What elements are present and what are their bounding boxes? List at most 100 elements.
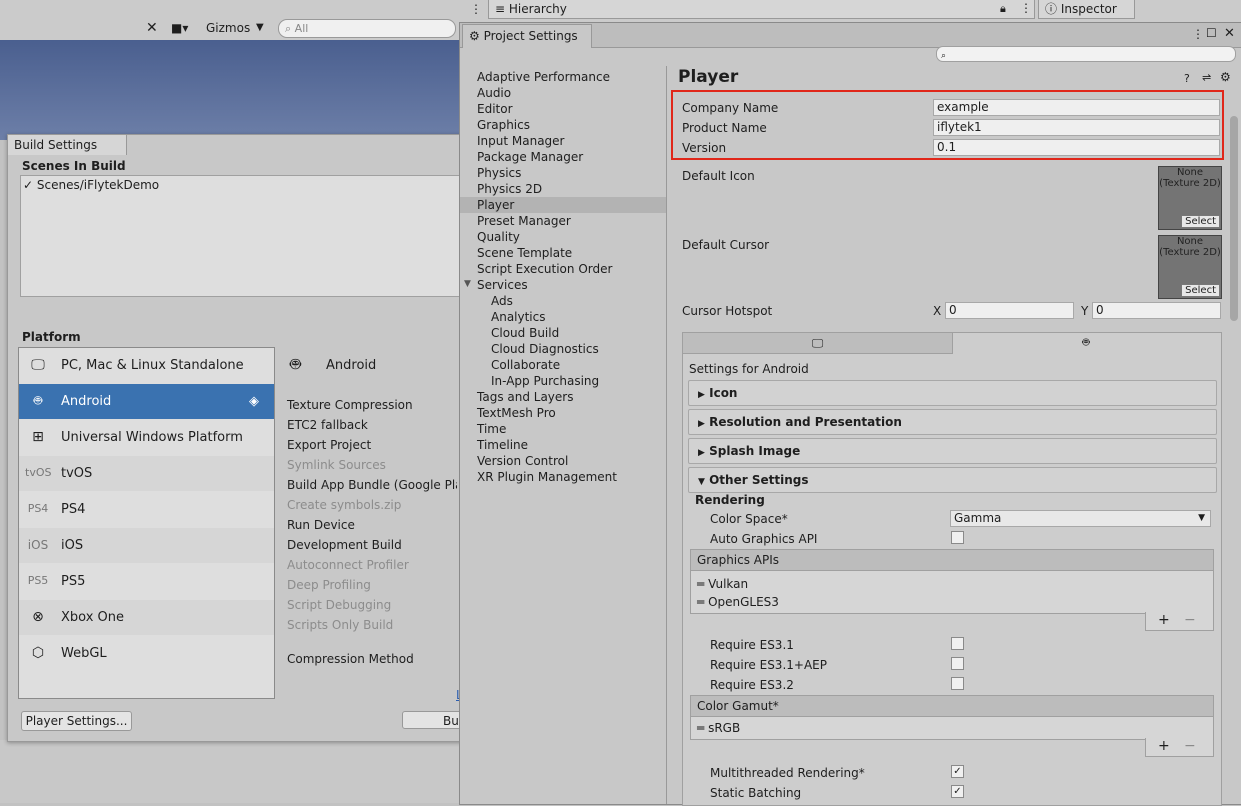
project-settings-tab[interactable]: ⚙ Project Settings <box>462 24 592 48</box>
scenes-list[interactable]: ✓ Scenes/iFlytekDemo <box>20 175 465 297</box>
drag-handle-icon[interactable]: ═ <box>697 721 704 735</box>
platform-item-webgl[interactable]: ⬡ WebGL <box>19 636 274 671</box>
drag-handle-icon[interactable]: ═ <box>697 595 704 609</box>
platform-label: Platform <box>22 330 81 344</box>
add-gamut-button[interactable]: + <box>1158 738 1170 754</box>
option-autoconnect-profiler: Autoconnect Profiler <box>287 558 409 572</box>
section-other-settings[interactable]: ▼ Other Settings <box>688 467 1217 493</box>
sidebar-item-analytics[interactable]: Analytics <box>491 309 546 325</box>
close-icon[interactable]: ✕ <box>1224 26 1235 41</box>
sidebar-item-preset-manager[interactable]: Preset Manager <box>477 213 571 229</box>
default-cursor-select-button[interactable]: Select <box>1181 284 1220 297</box>
scrollbar-thumb[interactable] <box>1230 116 1238 321</box>
maximize-icon[interactable]: ☐ <box>1206 26 1217 40</box>
camera-icon[interactable]: ■▾ <box>171 18 188 38</box>
services-expand-icon[interactable]: ▼ <box>464 279 471 289</box>
sidebar-item-xr-plugin-management[interactable]: XR Plugin Management <box>477 469 617 485</box>
version-field[interactable]: 0.1 <box>933 139 1220 156</box>
platform-item-android[interactable]: 🤖︎ Android ◈ <box>19 384 274 419</box>
scene-view[interactable] <box>0 40 460 140</box>
require-es32-checkbox[interactable] <box>951 677 964 690</box>
sidebar-item-timeline[interactable]: Timeline <box>477 437 528 453</box>
sidebar-item-ads[interactable]: Ads <box>491 293 513 309</box>
preset-icon[interactable]: ⇌ <box>1202 71 1211 84</box>
platform-item-ps4[interactable]: PS4 PS4 <box>19 492 274 527</box>
hotspot-y-field[interactable]: 0 <box>1092 302 1221 319</box>
sidebar-item-script-execution-order[interactable]: Script Execution Order <box>477 261 612 277</box>
require-es31-checkbox[interactable] <box>951 637 964 650</box>
settings-gear-icon[interactable]: ⚙ <box>1220 70 1231 84</box>
gizmos-button[interactable]: Gizmos <box>206 18 250 38</box>
scene-search-input[interactable]: ⌕ All <box>278 19 456 38</box>
scene-checkbox[interactable]: ✓ <box>23 178 33 192</box>
hotspot-x-field[interactable]: 0 <box>945 302 1074 319</box>
default-icon-select-button[interactable]: Select <box>1181 215 1220 228</box>
sidebar-item-physics[interactable]: Physics <box>477 165 521 181</box>
require-es31aep-checkbox[interactable] <box>951 657 964 670</box>
auto-graphics-api-checkbox[interactable] <box>951 531 964 544</box>
sidebar-item-version-control[interactable]: Version Control <box>477 453 568 469</box>
player-settings-button[interactable]: Player Settings... <box>21 711 132 731</box>
sidebar-item-services[interactable]: Services <box>477 277 528 293</box>
list-item[interactable]: ═ sRGB <box>697 721 740 735</box>
window-menu-icon[interactable]: ⋮ <box>1192 27 1204 41</box>
more-options-icon[interactable]: ⋮ <box>470 2 482 16</box>
tab-hierarchy[interactable]: ≡ Hierarchy <box>488 0 1035 19</box>
scene-row[interactable]: ✓ Scenes/iFlytekDemo <box>23 178 159 192</box>
platform-list[interactable]: 🖵︎ PC, Mac & Linux Standalone 🤖︎ Android… <box>18 347 275 699</box>
sidebar-item-player[interactable]: Player <box>477 197 514 213</box>
product-name-field[interactable]: iflytek1 <box>933 119 1220 136</box>
drag-handle-icon[interactable]: ═ <box>697 577 704 591</box>
section-icon[interactable]: ▶ Icon <box>688 380 1217 406</box>
sidebar-item-physics-2d[interactable]: Physics 2D <box>477 181 542 197</box>
sidebar-item-cloud-diagnostics[interactable]: Cloud Diagnostics <box>491 341 599 357</box>
sidebar-item-time[interactable]: Time <box>477 421 506 437</box>
sidebar-item-quality[interactable]: Quality <box>477 229 520 245</box>
sidebar-item-scene-template[interactable]: Scene Template <box>477 245 572 261</box>
sidebar-item-in-app-purchasing[interactable]: In-App Purchasing <box>491 373 599 389</box>
platform-item-tvos[interactable]: tvOS tvOS <box>19 456 274 491</box>
sidebar-item-package-manager[interactable]: Package Manager <box>477 149 583 165</box>
tab-standalone[interactable]: 🖵︎ <box>682 332 953 354</box>
multithreaded-rendering-checkbox[interactable]: ✓ <box>951 765 964 778</box>
build-settings-title[interactable]: Build Settings <box>8 135 127 155</box>
gizmos-dropdown-icon[interactable]: ▼ <box>256 18 264 38</box>
tools-icon[interactable]: ✕ <box>146 18 158 38</box>
sidebar-item-cloud-build[interactable]: Cloud Build <box>491 325 559 341</box>
list-item[interactable]: ═ Vulkan <box>697 577 748 591</box>
color-space-dropdown[interactable]: Gamma ▼ <box>950 510 1211 527</box>
platform-item-uwp[interactable]: ⊞ Universal Windows Platform <box>19 420 274 455</box>
lock-icon[interactable]: 🔒︎ <box>1000 2 1006 16</box>
section-splash[interactable]: ▶ Splash Image <box>688 438 1217 464</box>
tab-android[interactable]: 🤖︎ <box>952 332 1220 352</box>
platform-item-ps5[interactable]: PS5 PS5 <box>19 564 274 599</box>
platform-item-ios[interactable]: iOS iOS <box>19 528 274 563</box>
section-resolution[interactable]: ▶ Resolution and Presentation <box>688 409 1217 435</box>
remove-api-button[interactable]: − <box>1184 612 1196 628</box>
platform-label-pc: PC, Mac & Linux Standalone <box>61 358 244 373</box>
default-cursor-slot[interactable]: None (Texture 2D) Select <box>1158 235 1222 299</box>
help-icon[interactable]: ? <box>1184 72 1190 85</box>
remove-gamut-button[interactable]: − <box>1184 738 1196 754</box>
platform-item-xbox[interactable]: ⊗ Xbox One <box>19 600 274 635</box>
sidebar-item-audio[interactable]: Audio <box>477 85 511 101</box>
platform-item-pc[interactable]: 🖵︎ PC, Mac & Linux Standalone <box>19 348 274 383</box>
company-name-field[interactable]: example <box>933 99 1220 116</box>
sidebar-item-textmesh-pro[interactable]: TextMesh Pro <box>477 405 556 421</box>
list-item[interactable]: ═ OpenGLES3 <box>697 595 779 609</box>
rendering-label: Rendering <box>695 493 765 507</box>
tab-inspector[interactable]: ⓘ Inspector <box>1038 0 1135 19</box>
static-batching-checkbox[interactable]: ✓ <box>951 785 964 798</box>
sidebar-item-input-manager[interactable]: Input Manager <box>477 133 565 149</box>
hierarchy-menu-icon[interactable]: ⋮ <box>1020 1 1032 15</box>
default-icon-slot[interactable]: None (Texture 2D) Select <box>1158 166 1222 230</box>
build-button[interactable]: Bui <box>402 711 462 729</box>
sidebar-item-editor[interactable]: Editor <box>477 101 513 117</box>
add-api-button[interactable]: + <box>1158 612 1170 628</box>
sidebar-item-collaborate[interactable]: Collaborate <box>491 357 560 373</box>
sidebar-item-adaptive-performance[interactable]: Adaptive Performance <box>477 69 610 85</box>
require-es32-label: Require ES3.2 <box>710 678 794 692</box>
sidebar-item-tags-and-layers[interactable]: Tags and Layers <box>477 389 573 405</box>
sidebar-item-graphics[interactable]: Graphics <box>477 117 530 133</box>
settings-search-input[interactable]: ⌕ <box>936 46 1236 62</box>
